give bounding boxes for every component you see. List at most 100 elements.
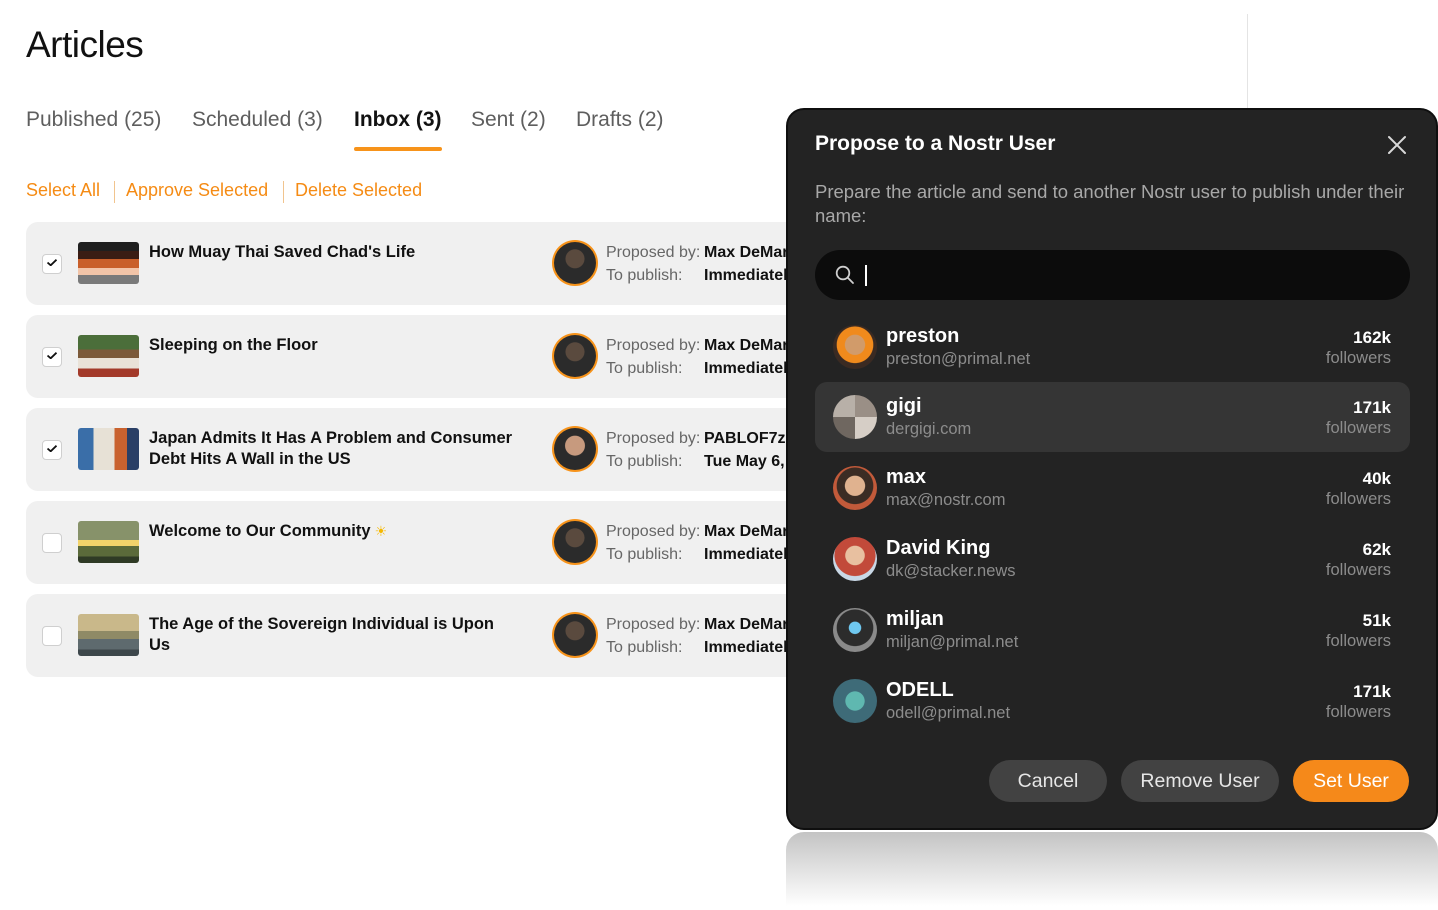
follower-label: followers: [1325, 419, 1391, 437]
tab-published[interactable]: Published (25): [26, 108, 161, 132]
avatar: [833, 325, 877, 369]
proposed-by: Max DeMar: [704, 244, 789, 261]
text-caret: [865, 265, 867, 286]
publish-label: To publish:: [606, 267, 683, 284]
proposed-label: Proposed by:: [606, 337, 701, 354]
user-name: max: [886, 466, 927, 488]
user-name: ODELL: [886, 679, 954, 701]
proposed-by: Max DeMar: [704, 523, 789, 540]
follower-count: 171k: [1353, 398, 1391, 417]
user-handle: dk@stacker.news: [886, 562, 1016, 580]
page-title: Articles: [26, 24, 144, 65]
user-option[interactable]: David King dk@stacker.news 62k followers: [815, 524, 1410, 594]
article-title-text: Welcome to Our Community: [149, 522, 371, 540]
remove-user-button[interactable]: Remove User: [1121, 760, 1279, 802]
row-checkbox[interactable]: [42, 440, 62, 460]
approve-selected-link[interactable]: Approve Selected: [126, 180, 268, 201]
proposed-by: Max DeMar: [704, 337, 789, 354]
article-row[interactable]: Japan Admits It Has A Problem and Consum…: [26, 408, 826, 491]
user-handle: odell@primal.net: [886, 704, 1011, 722]
tab-inbox[interactable]: Inbox (3): [354, 108, 442, 151]
divider-line: [1247, 14, 1248, 110]
follower-count: 62k: [1362, 540, 1391, 559]
row-checkbox[interactable]: [42, 254, 62, 274]
article-meta: Proposed by: Max DeMar To publish: Immedia…: [606, 241, 788, 287]
proposed-label: Proposed by:: [606, 244, 701, 261]
article-row[interactable]: Welcome to Our Community ☀ Proposed by: Ma…: [26, 501, 826, 584]
article-title: The Age of the Sovereign Individual is U…: [149, 615, 495, 654]
search-icon: [835, 265, 854, 284]
avatar: [833, 537, 877, 581]
row-checkbox[interactable]: [42, 626, 62, 646]
modal-title: Propose to a Nostr User: [815, 132, 1056, 155]
set-user-button[interactable]: Set User: [1293, 760, 1409, 802]
delete-selected-link[interactable]: Delete Selected: [295, 180, 422, 201]
follower-label: followers: [1325, 490, 1391, 508]
article-row[interactable]: The Age of the Sovereign Individual is U…: [26, 594, 826, 677]
close-icon[interactable]: [1386, 134, 1408, 156]
article-row[interactable]: How Muay Thai Saved Chad's Life Proposed…: [26, 222, 826, 305]
publish-label: To publish:: [606, 360, 683, 377]
article-title: Japan Admits It Has A Problem and Consum…: [149, 429, 513, 468]
propose-user-modal: Propose to a Nostr User Prepare the arti…: [786, 108, 1438, 830]
check-icon: [47, 445, 57, 452]
modal-reflection: [786, 832, 1438, 910]
user-option[interactable]: miljan miljan@primal.net 51k followers: [815, 595, 1410, 665]
proposed-label: Proposed by:: [606, 523, 701, 540]
user-option[interactable]: ODELL odell@primal.net 171k followers: [815, 666, 1410, 736]
publish-time: Immediatel: [704, 360, 788, 377]
row-checkbox[interactable]: [42, 347, 62, 367]
publish-time: Immediatel: [704, 546, 788, 563]
proposed-by: Max DeMar: [704, 616, 789, 633]
avatar: [552, 240, 598, 286]
article-thumbnail: [78, 521, 139, 563]
separator: [283, 181, 284, 203]
follower-count: 51k: [1362, 611, 1391, 630]
user-handle: miljan@primal.net: [886, 633, 1019, 651]
follower-label: followers: [1325, 349, 1391, 367]
avatar: [552, 333, 598, 379]
check-icon: [47, 352, 57, 359]
user-option[interactable]: gigi dergigi.com 171k followers: [815, 382, 1410, 452]
article-meta: Proposed by: Max DeMar To publish: Immedia…: [606, 334, 788, 380]
avatar: [833, 679, 877, 723]
row-checkbox[interactable]: [42, 533, 62, 553]
user-name: preston: [886, 325, 960, 347]
tab-scheduled[interactable]: Scheduled (3): [192, 108, 323, 132]
user-name: gigi: [886, 395, 922, 417]
user-search[interactable]: [815, 250, 1410, 300]
follower-label: followers: [1325, 561, 1391, 579]
publish-label: To publish:: [606, 546, 683, 563]
user-handle: dergigi.com: [886, 420, 972, 438]
active-tab-indicator: [354, 147, 442, 151]
avatar: [552, 426, 598, 472]
avatar: [833, 395, 877, 439]
tab-sent[interactable]: Sent (2): [471, 108, 546, 132]
publish-time: Tue May 6,: [704, 453, 785, 470]
follower-count: 162k: [1353, 328, 1391, 347]
follower-count: 40k: [1362, 469, 1391, 488]
publish-time: Immediatel: [704, 639, 788, 656]
follower-label: followers: [1325, 703, 1391, 721]
user-option[interactable]: max max@nostr.com 40k followers: [815, 453, 1410, 523]
article-title: How Muay Thai Saved Chad's Life: [149, 243, 416, 261]
cancel-button[interactable]: Cancel: [989, 760, 1107, 802]
user-name: David King: [886, 537, 991, 559]
modal-description: Prepare the article and send to another …: [815, 181, 1405, 226]
avatar: [552, 612, 598, 658]
user-name: miljan: [886, 608, 944, 630]
check-icon: [47, 259, 57, 266]
proposed-label: Proposed by:: [606, 430, 701, 447]
search-input[interactable]: [865, 258, 1385, 292]
article-row[interactable]: Sleeping on the Floor Proposed by: Max De…: [26, 315, 826, 398]
article-title: Sleeping on the Floor: [149, 336, 318, 354]
user-option[interactable]: preston preston@primal.net 162k follower…: [815, 312, 1410, 382]
avatar: [833, 608, 877, 652]
publish-label: To publish:: [606, 453, 683, 470]
article-thumbnail: [78, 614, 139, 656]
select-all-link[interactable]: Select All: [26, 180, 100, 201]
tab-drafts[interactable]: Drafts (2): [576, 108, 664, 132]
publish-time: Immediatel: [704, 267, 788, 284]
article-meta: Proposed by: PABLOF7z To publish: Tue May …: [606, 427, 785, 473]
proposed-by: PABLOF7z: [704, 430, 786, 447]
